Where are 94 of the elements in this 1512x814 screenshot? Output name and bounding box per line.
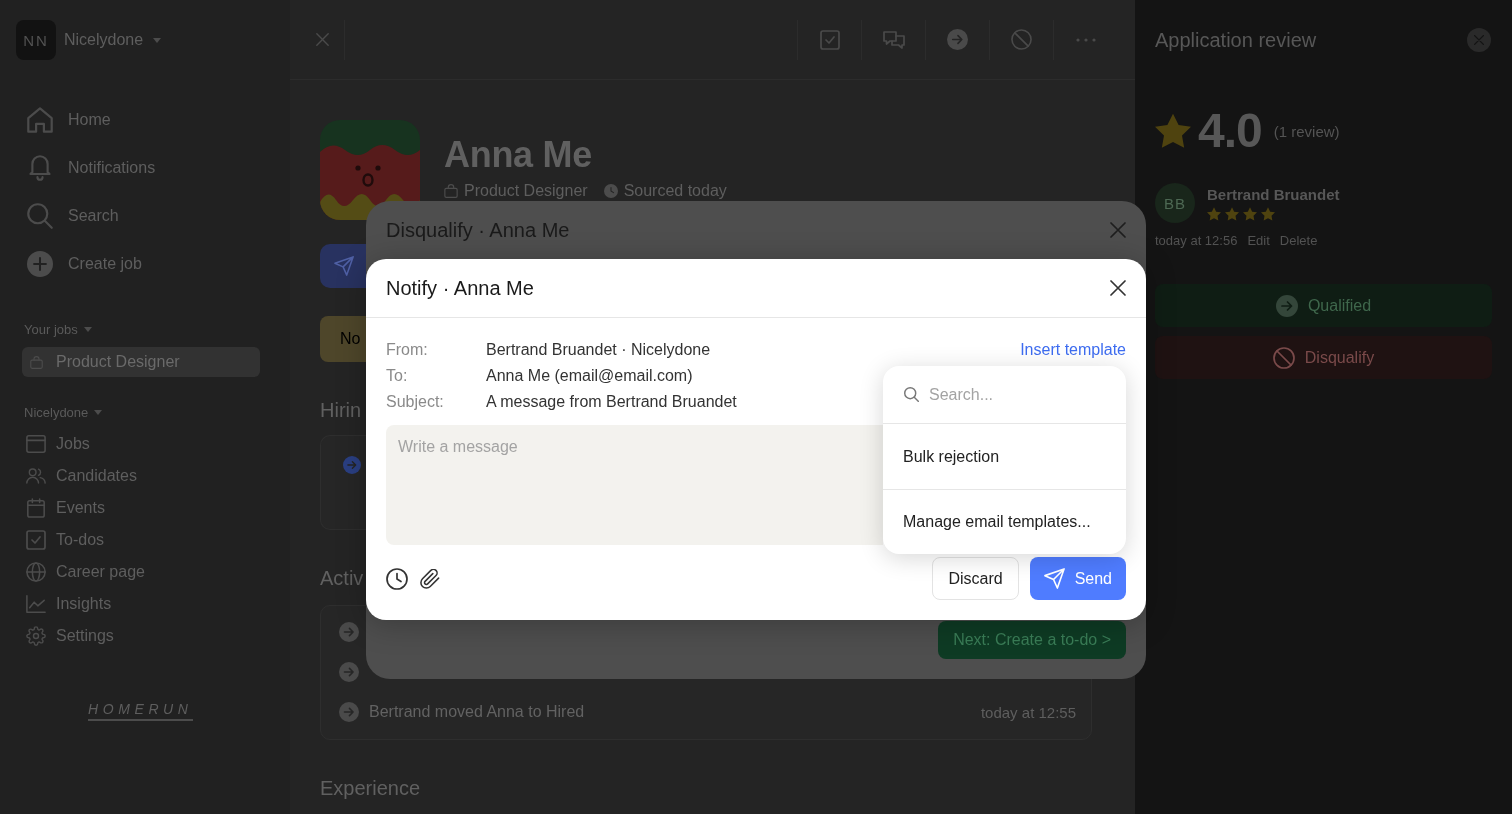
review-count: (1 review) [1273,122,1340,140]
arrow-circle-icon [1275,294,1298,317]
reviewer-name: Bertrand Bruandet [1207,185,1340,204]
calendar-icon [26,498,46,518]
clock-icon [603,184,618,198]
nav-item[interactable]: Events [0,492,290,524]
arrow-circle-icon [339,622,359,642]
checkbox-icon [26,530,46,550]
caret-icon [83,326,92,332]
workspace-switcher[interactable]: Nicelydone [64,26,162,54]
section-toggle[interactable]: Your jobs [24,321,92,337]
field-value: A message from Bertrand Bruandet [486,393,737,411]
search-field[interactable]: Search... [929,385,1099,404]
nav-item[interactable]: Home [0,96,290,144]
nav-item[interactable]: Search [0,192,290,240]
star-icon [1261,206,1275,221]
caret-icon [94,409,103,415]
menu-item[interactable]: Manage email templates... [883,489,1126,554]
globe-icon [26,562,46,582]
job-item[interactable]: Product Designer [22,347,260,377]
close-icon [315,33,329,46]
close-icon [1110,280,1126,296]
checkbox-icon [819,29,840,50]
caret-icon [153,37,162,43]
bag-icon [444,184,458,198]
nav-item[interactable]: Insights [0,588,290,620]
chat-icon [882,28,905,51]
nav-item[interactable]: Career page [0,556,290,588]
close-icon [1110,222,1126,238]
activity-time: today at 12:55 [980,703,1076,721]
notice-banner: No [320,316,366,362]
arrow-circle-icon [343,456,361,474]
review-time: today at 12:56 [1155,233,1238,249]
clock-icon[interactable] [386,567,408,590]
people-icon [26,466,46,486]
message-field[interactable]: Write a message [386,425,883,545]
browser-icon [26,434,46,454]
review-action-link[interactable]: Delete [1279,233,1318,249]
search-icon [27,203,53,229]
arrow-circle-icon [947,29,968,50]
ban-icon [1011,29,1032,50]
activity-text: Bertrand moved Anna to Hired [369,703,585,721]
next-button[interactable]: Next: Create a to-do > [938,621,1126,659]
review-action-link[interactable]: Edit [1247,233,1270,249]
plus-circle-icon [27,251,53,277]
send-icon [334,256,354,276]
paperclip-icon[interactable] [420,568,440,589]
qualify-button[interactable]: Qualified [1155,284,1492,327]
field-value: Bertrand Bruandet · Nicelydone [486,341,711,359]
nav-item[interactable]: Notifications [0,144,290,192]
nav-item[interactable]: To-dos [0,524,290,556]
disqualify-button[interactable]: Disqualify [1155,336,1492,379]
job-title: Product Designer [464,181,588,201]
home-icon [27,107,53,133]
bag-icon [30,355,43,369]
logo: HOMERUN [88,701,193,721]
more-icon [1075,37,1096,42]
settings-icon [26,626,46,646]
section-toggle[interactable]: Nicelydone [24,404,103,420]
rating-value: 4.0 [1198,107,1262,155]
field-label: Subject: [386,393,444,411]
star-icon [1155,113,1191,149]
section-heading: Hirin [320,398,362,422]
section-heading: Activ [320,566,364,590]
dialog-title: Notify · Anna Me [386,276,534,300]
bell-icon [27,155,53,181]
arrow-circle-icon [339,662,359,682]
star-icon [1207,206,1221,221]
candidate-name: Anna Me [444,135,592,175]
send-button[interactable] [320,244,366,288]
star-icon [1225,206,1239,221]
insert-template-link[interactable]: Insert template [1020,341,1126,359]
nav-item[interactable]: Settings [0,620,290,652]
nav-item[interactable]: Candidates [0,460,290,492]
send-button[interactable]: Send [1029,557,1126,600]
nav-item[interactable]: Jobs [0,428,290,460]
menu-item[interactable]: Bulk rejection [883,424,1126,489]
field-label: To: [386,367,408,385]
discard-button[interactable]: Discard [932,557,1019,600]
arrow-circle-icon [339,702,359,722]
reviewer-avatar: BB [1155,183,1195,223]
line-chart-icon [26,594,46,614]
send-icon [1043,568,1065,589]
field-label: From: [386,341,428,359]
source-label: Sourced today [623,181,727,201]
close-button[interactable] [1110,280,1126,296]
field-value: Anna Me (email@email.com) [486,367,693,385]
ban-icon [1272,346,1295,369]
star-icon [1243,206,1257,221]
panel-title: Application review [1155,28,1317,52]
section-heading: Experience [320,776,421,800]
nav-item[interactable]: Create job [0,240,290,288]
workspace-avatar: NN [16,20,56,60]
search-icon [904,387,919,402]
